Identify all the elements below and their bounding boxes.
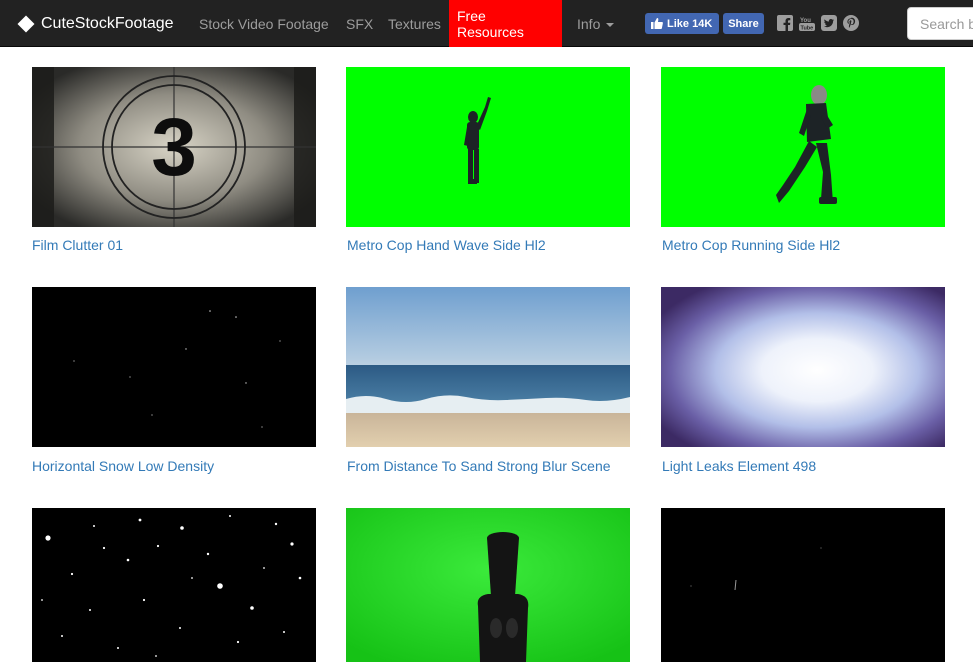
card-title[interactable]: Metro Cop Hand Wave Side Hl2 [347,237,546,253]
like-label: Like [667,17,690,30]
thumbs-up-icon [651,18,663,29]
svg-text:Tube: Tube [801,26,814,32]
nav-textures[interactable]: Textures [380,0,449,47]
top-navbar: CuteStockFootage Stock Video Footage SFX… [0,0,973,47]
beach-thumbnail[interactable] [346,287,630,447]
facebook-icon[interactable] [777,15,793,31]
nav-label: SFX [346,15,374,32]
greenscreen-thumbnail[interactable] [346,67,630,227]
nav-info-dropdown[interactable]: Info [569,0,622,47]
brand-logo[interactable]: CuteStockFootage [17,0,174,47]
card-title[interactable]: Metro Cop Running Side Hl2 [662,237,840,253]
card-title[interactable]: Horizontal Snow Low Density [32,458,214,474]
nav-free-resources[interactable]: Free Resources [449,0,562,47]
search-input[interactable] [907,7,973,40]
greenscreen-thumbnail[interactable] [661,67,945,227]
nav-label: Textures [388,15,441,32]
facebook-like-button[interactable]: Like 14K [645,13,719,34]
share-label: Share [728,17,759,30]
countdown-number: 3 [151,102,197,193]
snow-thumbnail[interactable] [32,287,316,447]
card-title[interactable]: Light Leaks Element 498 [662,458,816,474]
diamond-icon [17,15,35,32]
light-leak-thumbnail[interactable] [661,287,945,447]
snowflakes-thumbnail[interactable] [32,508,316,662]
card-title[interactable]: From Distance To Sand Strong Blur Scene [347,458,611,474]
youtube-icon[interactable]: You Tube [799,15,815,31]
twitter-icon[interactable] [821,15,837,31]
dark-particles-thumbnail[interactable] [661,508,945,662]
nav-label: Info [577,15,601,32]
brand-name: CuteStockFootage [41,14,174,32]
pinterest-icon[interactable] [843,15,859,31]
nav-sfx[interactable]: SFX [338,0,381,47]
nav-stock-video-footage[interactable]: Stock Video Footage [191,0,337,47]
card-title[interactable]: Film Clutter 01 [32,237,123,253]
nav-label: Free Resources [457,7,524,40]
nav-label: Stock Video Footage [199,15,329,32]
greenscreen-object-thumbnail[interactable] [346,508,630,662]
caret-down-icon [606,22,615,27]
like-count: 14K [692,17,713,30]
film-countdown-thumbnail[interactable]: 3 [32,67,316,227]
facebook-share-button[interactable]: Share [723,13,764,34]
